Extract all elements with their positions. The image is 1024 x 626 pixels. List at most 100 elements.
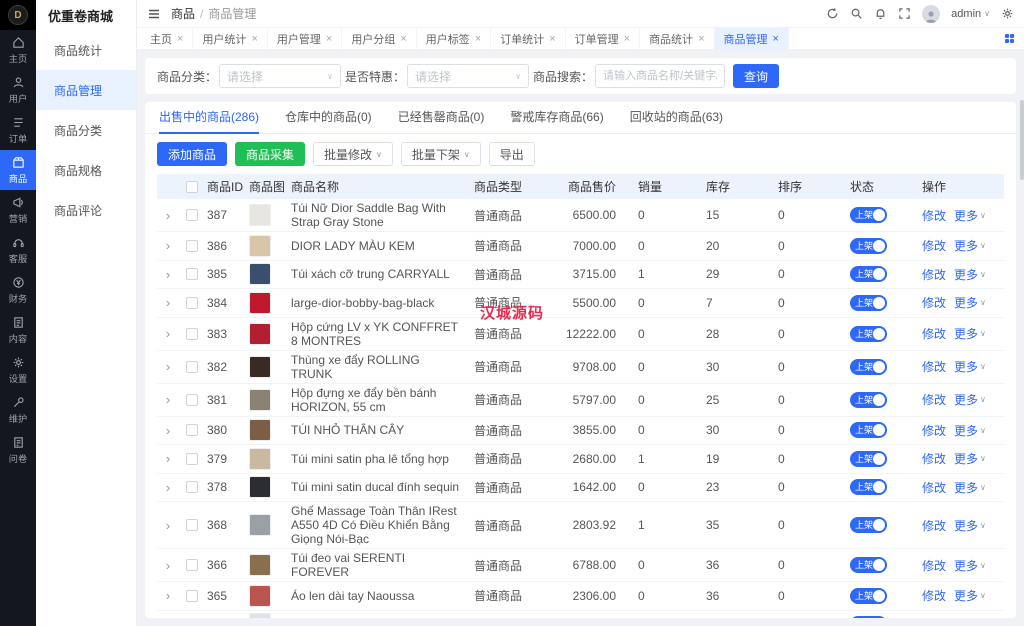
tab-user-group[interactable]: 用户分组× <box>342 28 416 50</box>
submenu-item-product-category[interactable]: 商品分类 <box>36 110 136 150</box>
expand-row-icon[interactable]: › <box>166 617 170 618</box>
expand-row-icon[interactable]: › <box>166 480 170 495</box>
status-toggle[interactable]: 上架 <box>850 359 887 375</box>
submenu-item-product-spec[interactable]: 商品规格 <box>36 150 136 190</box>
expand-row-icon[interactable]: › <box>166 208 170 223</box>
more-link[interactable]: 更多∨ <box>954 237 986 254</box>
close-icon[interactable]: × <box>400 33 406 45</box>
app-logo[interactable]: D <box>0 0 36 30</box>
edit-link[interactable]: 修改 <box>922 294 946 311</box>
select-all-checkbox[interactable] <box>186 181 198 193</box>
close-icon[interactable]: × <box>177 33 183 45</box>
sidebar-item-survey[interactable]: 问卷 <box>0 430 36 470</box>
product-thumbnail[interactable] <box>249 292 271 314</box>
edit-link[interactable]: 修改 <box>922 450 946 467</box>
edit-link[interactable]: 修改 <box>922 616 946 618</box>
close-icon[interactable]: × <box>773 33 779 45</box>
submenu-item-product-review[interactable]: 商品评论 <box>36 190 136 230</box>
ptab-in-warehouse[interactable]: 仓库中的商品(0) <box>285 102 372 134</box>
submenu-item-product-stats[interactable]: 商品统计 <box>36 30 136 70</box>
sidebar-item-home[interactable]: 主页 <box>0 30 36 70</box>
row-checkbox[interactable] <box>186 209 198 221</box>
export-button[interactable]: 导出 <box>489 142 535 166</box>
edit-link[interactable]: 修改 <box>922 391 946 408</box>
status-toggle[interactable]: 上架 <box>850 517 887 533</box>
status-toggle[interactable]: 上架 <box>850 588 887 604</box>
sidebar-item-service[interactable]: 客服 <box>0 230 36 270</box>
search-icon[interactable] <box>850 7 863 20</box>
expand-row-icon[interactable]: › <box>166 267 170 282</box>
more-link[interactable]: 更多∨ <box>954 207 986 224</box>
notification-bell-icon[interactable] <box>874 7 887 20</box>
edit-link[interactable]: 修改 <box>922 237 946 254</box>
more-link[interactable]: 更多∨ <box>954 325 986 342</box>
special-select[interactable]: 请选择∨ <box>407 64 529 88</box>
more-link[interactable]: 更多∨ <box>954 358 986 375</box>
batch-edit-button[interactable]: 批量修改∨ <box>313 142 393 166</box>
status-toggle[interactable]: 上架 <box>850 451 887 467</box>
status-toggle[interactable]: 上架 <box>850 266 887 282</box>
status-toggle[interactable]: 上架 <box>850 238 887 254</box>
tab-home[interactable]: 主页× <box>141 28 193 50</box>
batch-offshelf-button[interactable]: 批量下架∨ <box>401 142 481 166</box>
status-toggle[interactable]: 上架 <box>850 422 887 438</box>
add-product-button[interactable]: 添加商品 <box>157 142 227 166</box>
status-toggle[interactable]: 上架 <box>850 326 887 342</box>
product-thumbnail[interactable] <box>249 235 271 257</box>
ptab-low-stock[interactable]: 警戒库存商品(66) <box>510 102 603 134</box>
more-link[interactable]: 更多∨ <box>954 391 986 408</box>
collect-product-button[interactable]: 商品采集 <box>235 142 305 166</box>
status-toggle[interactable]: 上架 <box>850 479 887 495</box>
sidebar-item-marketing[interactable]: 营销 <box>0 190 36 230</box>
more-link[interactable]: 更多∨ <box>954 587 986 604</box>
close-icon[interactable]: × <box>251 33 257 45</box>
sidebar-item-settings[interactable]: 设置 <box>0 350 36 390</box>
scrollbar-thumb[interactable] <box>1020 100 1024 180</box>
status-toggle[interactable]: 上架 <box>850 207 887 223</box>
edit-link[interactable]: 修改 <box>922 422 946 439</box>
ptab-on-sale[interactable]: 出售中的商品(286) <box>159 102 259 134</box>
expand-row-icon[interactable]: › <box>166 392 170 407</box>
more-link[interactable]: 更多∨ <box>954 479 986 496</box>
edit-link[interactable]: 修改 <box>922 557 946 574</box>
row-checkbox[interactable] <box>186 297 198 309</box>
row-checkbox[interactable] <box>186 328 198 340</box>
close-icon[interactable]: × <box>698 33 704 45</box>
sidebar-item-users[interactable]: 用户 <box>0 70 36 110</box>
more-link[interactable]: 更多∨ <box>954 616 986 618</box>
avatar[interactable] <box>922 5 940 23</box>
product-thumbnail[interactable] <box>249 389 271 411</box>
row-checkbox[interactable] <box>186 559 198 571</box>
tab-user-manage[interactable]: 用户管理× <box>268 28 342 50</box>
close-icon[interactable]: × <box>549 33 555 45</box>
collapse-menu-icon[interactable] <box>147 7 161 21</box>
expand-row-icon[interactable]: › <box>166 238 170 253</box>
row-checkbox[interactable] <box>186 268 198 280</box>
product-search-input[interactable] <box>595 64 725 88</box>
edit-link[interactable]: 修改 <box>922 517 946 534</box>
row-checkbox[interactable] <box>186 394 198 406</box>
status-toggle[interactable]: 上架 <box>850 557 887 573</box>
fullscreen-icon[interactable] <box>898 7 911 20</box>
product-thumbnail[interactable] <box>249 554 271 576</box>
submenu-item-product-manage[interactable]: 商品管理 <box>36 70 136 110</box>
settings-gear-icon[interactable] <box>1001 7 1014 20</box>
tab-user-label[interactable]: 用户标签× <box>417 28 491 50</box>
product-thumbnail[interactable] <box>249 356 271 378</box>
expand-row-icon[interactable]: › <box>166 558 170 573</box>
user-menu[interactable]: admin∨ <box>951 8 990 20</box>
row-checkbox[interactable] <box>186 453 198 465</box>
more-link[interactable]: 更多∨ <box>954 266 986 283</box>
expand-row-icon[interactable]: › <box>166 588 170 603</box>
status-toggle[interactable]: 上架 <box>850 616 887 618</box>
row-checkbox[interactable] <box>186 424 198 436</box>
row-checkbox[interactable] <box>186 240 198 252</box>
sidebar-item-products[interactable]: 商品 <box>0 150 36 190</box>
sidebar-item-orders[interactable]: 订单 <box>0 110 36 150</box>
close-icon[interactable]: × <box>624 33 630 45</box>
ptab-recycle-bin[interactable]: 回收站的商品(63) <box>630 102 723 134</box>
tab-order-stats[interactable]: 订单统计× <box>491 28 565 50</box>
product-thumbnail[interactable] <box>249 419 271 441</box>
product-thumbnail[interactable] <box>249 476 271 498</box>
product-thumbnail[interactable] <box>249 204 271 226</box>
